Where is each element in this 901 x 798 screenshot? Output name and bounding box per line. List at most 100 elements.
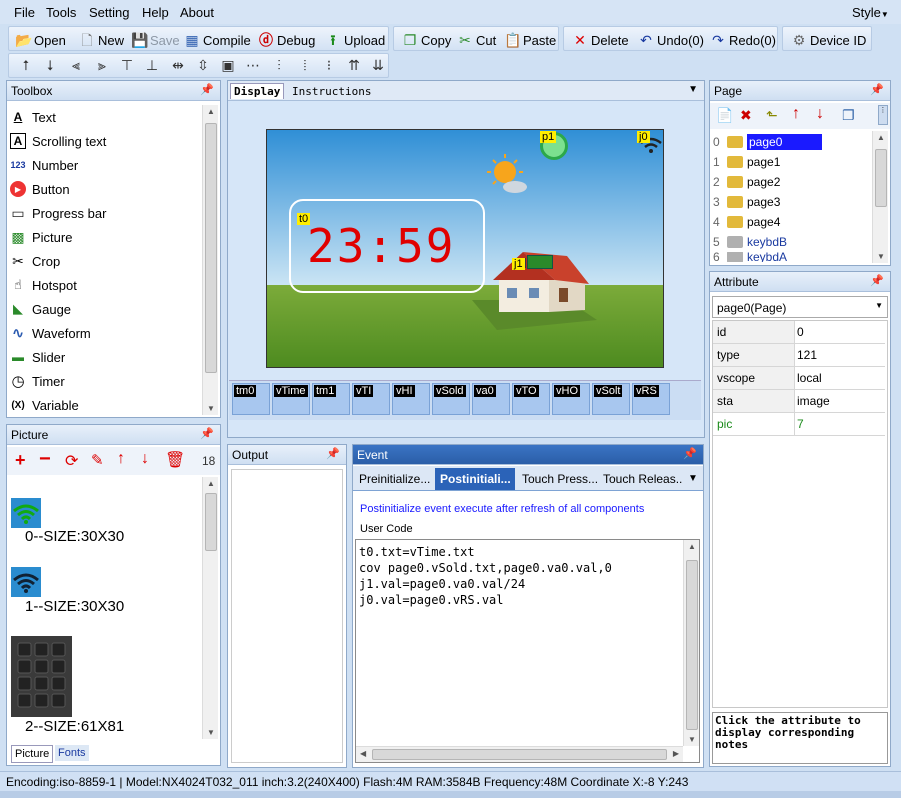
toolbox-item[interactable]: ✂ Crop xyxy=(10,250,60,272)
undo-button[interactable]: ↶ Undo(0) xyxy=(638,30,704,50)
wifi-picture-1[interactable] xyxy=(11,567,41,597)
variable-component[interactable]: va0 xyxy=(472,383,510,415)
toolbox-item[interactable]: A Text xyxy=(10,106,56,128)
tab-picture[interactable]: Picture xyxy=(11,745,54,763)
variable-component[interactable]: vRS xyxy=(632,383,670,415)
variable-component[interactable]: tm1 xyxy=(312,383,350,415)
toolbox-item[interactable]: ☝ Hotspot xyxy=(10,274,77,296)
page-canvas[interactable]: 23:59 t0 p1 j0 j1 xyxy=(266,129,664,368)
tab-preinitialize[interactable]: Preinitialize... xyxy=(354,468,432,490)
chevron-down-icon[interactable]: ▼ xyxy=(688,473,698,484)
redo-button[interactable]: ↷ Redo(0) xyxy=(710,30,776,50)
pin-icon[interactable]: 📌 xyxy=(683,447,697,460)
page-list-item[interactable]: 3 page3 xyxy=(713,192,869,212)
keypad-picture-2[interactable] xyxy=(11,636,72,717)
variable-component[interactable]: vHO xyxy=(552,383,590,415)
pin-icon[interactable]: 📌 xyxy=(870,83,884,96)
attribute-row[interactable]: vscope local xyxy=(713,367,885,390)
variable-component[interactable]: vTI xyxy=(352,383,390,415)
attribute-row[interactable]: sta image xyxy=(713,390,885,413)
pin-icon[interactable]: 📌 xyxy=(870,274,884,287)
align-left-icon[interactable]: ⫷ xyxy=(68,57,84,73)
code-hscrollbar[interactable]: ◀ ▶ xyxy=(356,746,683,762)
add-picture-icon[interactable]: + xyxy=(15,450,26,471)
add-page-icon[interactable]: 📄 xyxy=(716,107,733,124)
save-button[interactable]: 💾 Save xyxy=(131,30,180,50)
page-list-item[interactable]: 1 page1 xyxy=(713,152,869,172)
same-size-icon[interactable]: ▣ xyxy=(220,57,236,73)
align-center-v-icon[interactable]: ⇳ xyxy=(195,57,211,73)
tab-fonts[interactable]: Fonts xyxy=(55,745,89,761)
attribute-row[interactable]: type 121 xyxy=(713,344,885,367)
align-right-icon[interactable]: ⫸ xyxy=(94,57,110,73)
tab-instructions[interactable]: Instructions xyxy=(292,85,371,98)
page-scrollbar[interactable]: ▲ ▼ xyxy=(872,131,888,263)
toolbox-item[interactable]: ▬ Slider xyxy=(10,346,65,368)
align-bottom-icon[interactable]: ⭣ xyxy=(42,57,58,73)
toolbox-item[interactable]: ▶ Button xyxy=(10,178,70,200)
delete-page-icon[interactable]: ✖ xyxy=(740,107,752,124)
code-vscrollbar[interactable]: ▲ ▼ xyxy=(683,540,699,746)
toolbox-item[interactable]: ▩ Picture xyxy=(10,226,72,248)
pin-icon[interactable]: 📌 xyxy=(200,83,214,96)
space-horizontal-icon[interactable]: ⋯ xyxy=(245,57,261,73)
distribute-v-icon[interactable]: ⁝ xyxy=(321,57,337,73)
align-top-icon[interactable]: ⭡ xyxy=(18,57,34,73)
align-center-h-icon[interactable]: ⇹ xyxy=(170,57,186,73)
variable-component[interactable]: vSolt xyxy=(592,383,630,415)
page-toolbar-overflow[interactable]: ⋮ xyxy=(878,105,888,125)
replace-picture-icon[interactable]: ⟳ xyxy=(65,451,78,471)
device-id-button[interactable]: ⚙ Device ID xyxy=(791,30,867,50)
tab-postinitialize[interactable]: Postinitiali... xyxy=(435,468,515,490)
menu-file[interactable]: File xyxy=(14,5,35,20)
toolbox-item[interactable]: 123 Number xyxy=(10,154,78,176)
tab-touch-release[interactable]: Touch Releas... xyxy=(598,468,682,490)
copy-button[interactable]: ❐ Copy xyxy=(402,30,452,50)
tab-touch-press[interactable]: Touch Press... xyxy=(517,468,597,490)
toolbox-item[interactable]: A Scrolling text xyxy=(10,130,106,152)
menu-about[interactable]: About xyxy=(180,5,214,20)
variable-component[interactable]: vSold xyxy=(432,383,470,415)
space-horizontal-equal-icon[interactable]: ⫶ xyxy=(271,57,287,73)
align-top-edge-icon[interactable]: ⊤ xyxy=(119,57,135,73)
variable-component[interactable]: vTO xyxy=(512,383,550,415)
page-list-item[interactable]: 5 keybdB xyxy=(713,232,869,252)
remove-picture-icon[interactable]: − xyxy=(39,448,51,471)
attribute-row[interactable]: pic 7 xyxy=(713,413,885,436)
edit-picture-icon[interactable]: ✎ xyxy=(91,451,104,469)
output-textarea[interactable] xyxy=(231,469,343,763)
page-list-item[interactable]: 6 keybdA xyxy=(713,252,869,262)
attribute-row[interactable]: id 0 xyxy=(713,321,885,344)
paste-button[interactable]: 📋 Paste xyxy=(504,30,556,50)
move-up-icon[interactable]: ↑ xyxy=(117,450,125,468)
distribute-h-icon[interactable]: ⦙ xyxy=(297,57,313,73)
toolbox-scrollbar[interactable]: ▲ ▼ xyxy=(202,105,218,415)
variable-component[interactable]: tm0 xyxy=(232,383,270,415)
toolbox-item[interactable]: (X) Variable xyxy=(10,394,78,416)
variable-component[interactable]: vTime xyxy=(272,383,310,415)
compile-button[interactable]: ▦ Compile xyxy=(184,30,250,50)
tab-display[interactable]: Display xyxy=(230,83,285,99)
new-button[interactable]: 🗋 New xyxy=(79,30,124,50)
open-button[interactable]: 📂 Open xyxy=(15,30,66,50)
style-menu[interactable]: Style▼ xyxy=(852,5,889,20)
component-select[interactable]: page0(Page) ▼ xyxy=(712,296,888,318)
move-down-icon[interactable]: ↓ xyxy=(816,105,824,123)
wifi-picture-0[interactable] xyxy=(11,498,41,528)
pin-icon[interactable]: 📌 xyxy=(326,447,340,460)
chevron-down-icon[interactable]: ▼ xyxy=(688,84,698,95)
move-up-icon[interactable]: ↑ xyxy=(792,105,800,123)
copy-page-icon[interactable]: ❐ xyxy=(842,107,855,124)
toolbox-item[interactable]: ◷ Timer xyxy=(10,370,64,392)
insert-page-icon[interactable]: ⬑ xyxy=(766,107,778,124)
page-list-item[interactable]: 4 page4 xyxy=(713,212,869,232)
toolbox-item[interactable]: ◣ Gauge xyxy=(10,298,71,320)
toolbox-item[interactable]: ▭ Progress bar xyxy=(10,202,106,224)
move-down-icon[interactable]: ↓ xyxy=(141,450,149,468)
upload-button[interactable]: ⭱ Upload xyxy=(325,30,386,50)
page-list-item[interactable]: 2 page2 xyxy=(713,172,869,192)
user-code-editor[interactable]: t0.txt=vTime.txt cov page0.vSold.txt,page… xyxy=(355,539,700,763)
page-list-item[interactable]: 0 page0 xyxy=(713,132,869,152)
debug-button[interactable]: ⓓ Debug xyxy=(258,30,315,50)
move-down-icon[interactable]: ⇊ xyxy=(370,57,386,73)
